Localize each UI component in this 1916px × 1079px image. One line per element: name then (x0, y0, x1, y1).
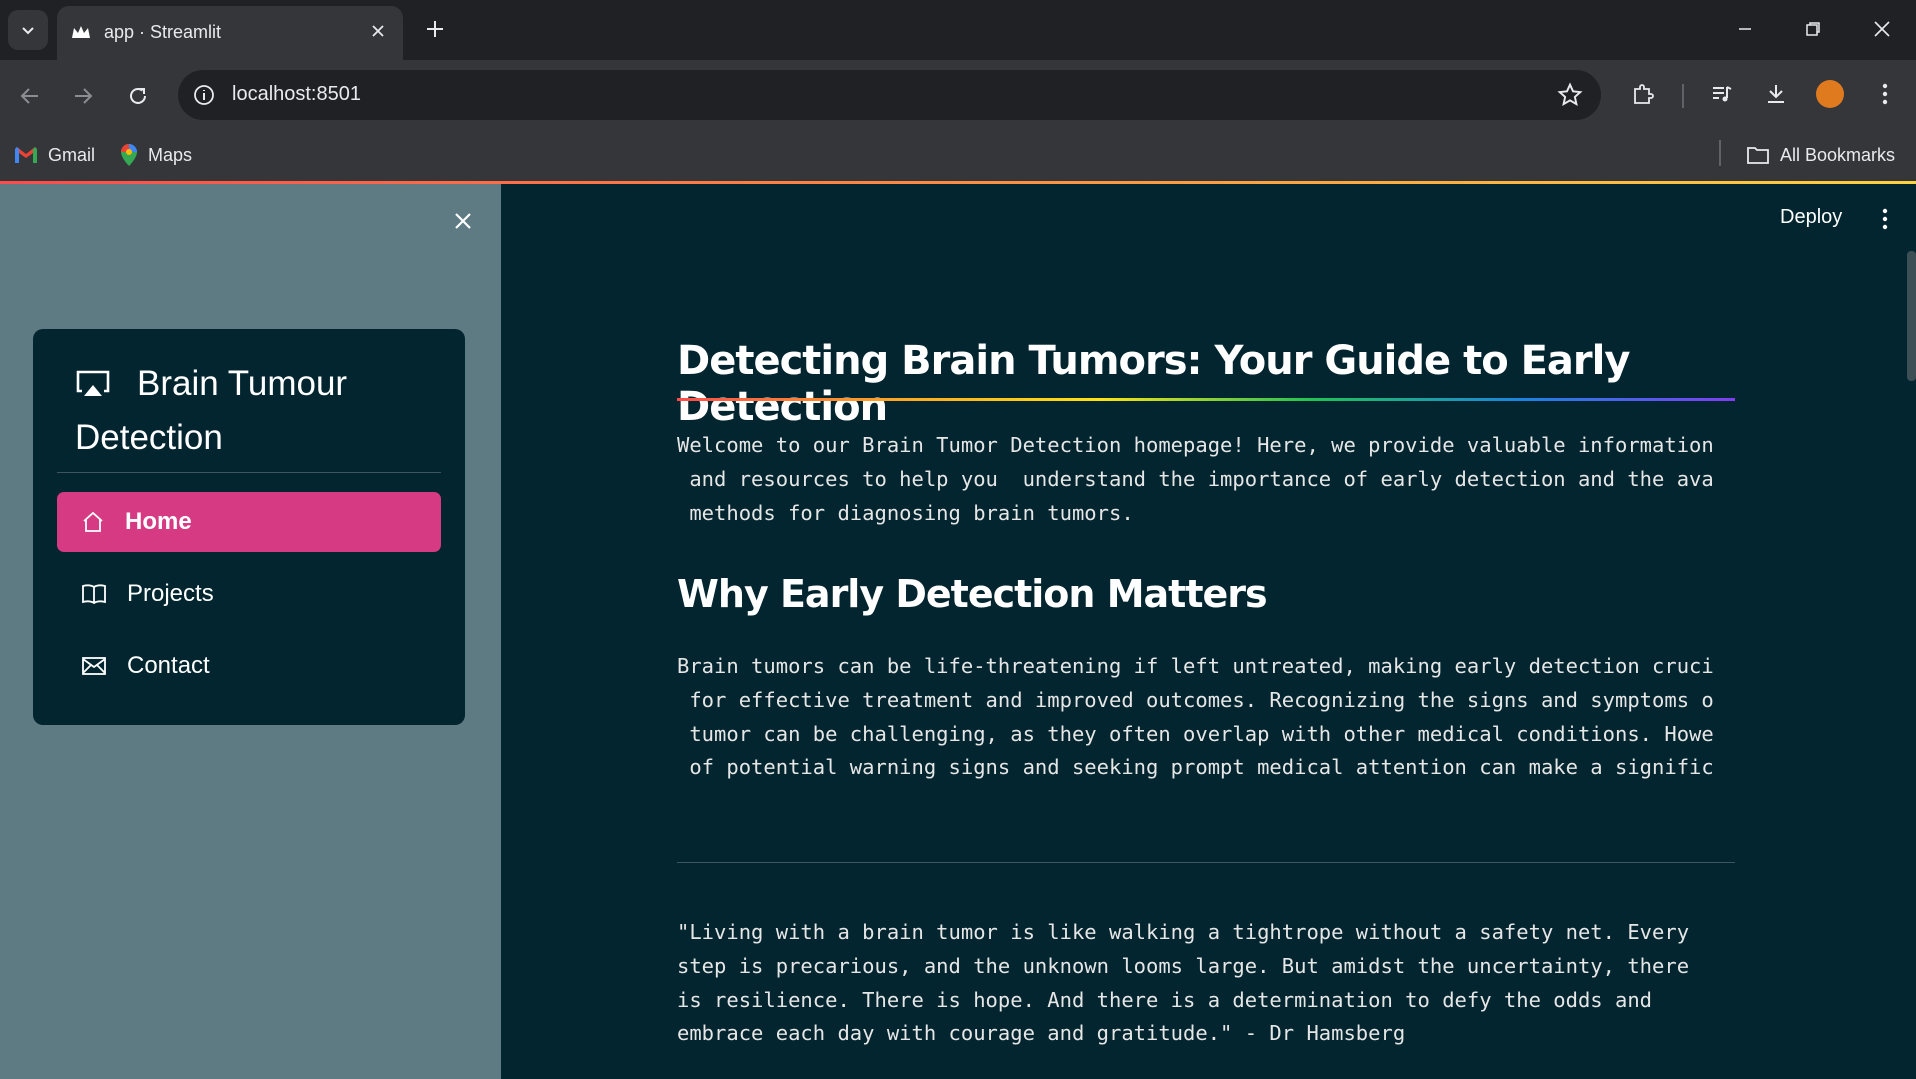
maps-pin-icon (121, 144, 137, 166)
main-content: Deploy Detecting Brain Tumors: Your Guid… (501, 184, 1916, 1079)
airplay-icon (76, 370, 110, 396)
menu-divider (57, 472, 441, 473)
bookmark-maps[interactable]: Maps (120, 140, 192, 170)
puzzle-icon (1634, 84, 1654, 104)
sidebar-item-contact[interactable]: Contact (57, 636, 441, 696)
browser-tab-bar: app · Streamlit (0, 0, 1916, 60)
all-bookmarks-label: All Bookmarks (1780, 144, 1896, 165)
why-line: for effective treatment and improved out… (677, 688, 1714, 712)
arrow-right-icon (75, 88, 93, 104)
quote-line: step is precarious, and the unknown loom… (677, 954, 1690, 978)
kebab-menu-icon (1882, 83, 1888, 105)
why-line: of potential warning signs and seeking p… (677, 755, 1714, 779)
plus-icon (427, 21, 443, 37)
bookmarks-separator (1719, 140, 1721, 166)
quote-line: embrace each day with courage and gratit… (677, 1021, 1406, 1045)
quote-line: is resilience. There is hope. And there … (677, 988, 1653, 1012)
browser-toolbar: localhost:8501 (0, 60, 1916, 130)
intro-line: methods for diagnosing brain tumors. (677, 501, 1134, 525)
back-button[interactable] (12, 78, 48, 114)
envelope-icon (82, 657, 106, 675)
close-icon (372, 25, 384, 37)
sidebar-item-label: Home (125, 508, 192, 535)
info-icon[interactable] (192, 83, 216, 107)
arrow-left-icon (20, 88, 38, 104)
star-icon[interactable] (1557, 82, 1583, 108)
close-window-button[interactable] (1864, 14, 1900, 44)
quote-line: "Living with a brain tumor is like walki… (677, 920, 1690, 944)
browser-tab[interactable]: app · Streamlit (57, 6, 403, 60)
sidebar-item-label: Projects (127, 580, 214, 607)
forward-button[interactable] (65, 78, 101, 114)
menu-title-text: Brain Tumour Detection (75, 364, 348, 457)
page-title: Detecting Brain Tumors: Your Guide to Ea… (677, 338, 1630, 430)
deploy-button[interactable]: Deploy (1780, 206, 1842, 229)
sidebar-item-projects[interactable]: Projects (57, 564, 441, 624)
close-icon (455, 213, 471, 229)
intro-line: Welcome to our Brain Tumor Detection hom… (677, 433, 1714, 457)
menu-title: Brain Tumour Detection (75, 357, 445, 465)
sidebar-close-button[interactable] (448, 206, 478, 236)
extensions-button[interactable] (1627, 78, 1659, 110)
toolbar-separator (1682, 84, 1684, 108)
bookmark-gmail[interactable]: Gmail (14, 140, 95, 170)
app-menu-button[interactable] (1875, 204, 1895, 234)
section-heading: Why Early Detection Matters (677, 572, 1268, 616)
chevron-down-icon (22, 27, 34, 35)
sidebar-item-label: Contact (127, 652, 210, 679)
sidebar-item-home[interactable]: Home (57, 492, 441, 552)
browser-menu-button[interactable] (1869, 78, 1901, 110)
profile-avatar[interactable] (1816, 80, 1844, 108)
folder-icon (1747, 147, 1769, 164)
streamlit-crown-icon (72, 26, 90, 38)
address-bar[interactable]: localhost:8501 (178, 70, 1601, 120)
tab-title: app · Streamlit (104, 22, 222, 42)
media-button[interactable] (1706, 78, 1738, 110)
why-line: Brain tumors can be life-threatening if … (677, 654, 1714, 678)
gmail-icon (15, 147, 37, 163)
book-icon (82, 584, 106, 605)
bookmark-label: Maps (148, 144, 193, 165)
restore-icon (1806, 22, 1820, 36)
downloads-button[interactable] (1760, 78, 1792, 110)
playlist-icon (1713, 86, 1732, 102)
why-line: tumor can be challenging, as they often … (677, 722, 1714, 746)
kebab-menu-icon (1882, 208, 1888, 230)
house-icon (83, 511, 103, 532)
tab-close-button[interactable] (365, 18, 391, 44)
all-bookmarks-button[interactable]: All Bookmarks (1746, 140, 1895, 170)
minimize-button[interactable] (1727, 14, 1763, 44)
close-icon (1874, 21, 1890, 37)
section-divider (677, 862, 1735, 863)
new-tab-button[interactable] (420, 14, 450, 44)
reload-button[interactable] (120, 78, 156, 114)
restore-button[interactable] (1795, 14, 1831, 44)
tab-search-button[interactable] (8, 10, 48, 50)
reload-icon (130, 87, 146, 104)
main-scrollbar[interactable] (1907, 251, 1916, 381)
url-text[interactable]: localhost:8501 (232, 83, 361, 106)
option-menu: Brain Tumour Detection Home Projects Con… (33, 329, 465, 725)
bookmark-label: Gmail (48, 144, 96, 165)
sidebar: Brain Tumour Detection Home Projects Con… (0, 184, 501, 1079)
bookmarks-bar: Gmail Maps All Bookmarks (0, 130, 1916, 182)
title-underline (677, 398, 1735, 401)
minimize-icon (1739, 28, 1751, 30)
download-icon (1768, 85, 1784, 103)
intro-line: and resources to help you understand the… (677, 467, 1714, 491)
